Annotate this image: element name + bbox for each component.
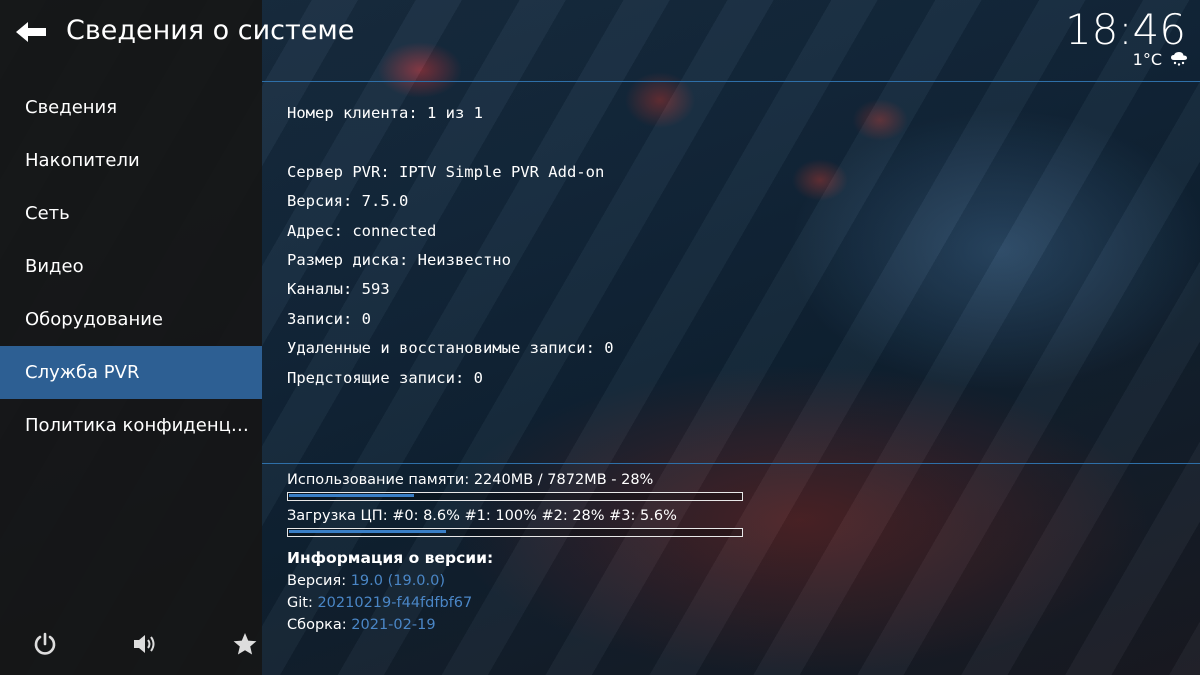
cloud-snow-icon [1171,52,1187,66]
sidebar-item-storage[interactable]: Накопители [0,134,262,187]
memory-usage-label: Использование памяти: 2240MB / 7872MB - … [287,472,654,488]
build-value: 2021-02-19 [351,617,436,633]
content-divider [262,463,1200,464]
git-value: 20210219-f44fdfbf67 [317,595,473,611]
version-info: Информация о версии: Версия: 19.0 (19.0.… [287,546,493,636]
temperature: 1°C [1132,50,1162,69]
sidebar-bottom-icons [0,625,262,665]
version-info-title: Информация о версии: [287,549,494,567]
git-label: Git: [287,595,313,611]
header: Сведения о системе 18:46 1°C [0,0,1200,82]
page-title: Сведения о системе [66,15,355,46]
sidebar-item-info[interactable]: Сведения [0,81,262,134]
pvr-upcoming-recordings: Предстоящие записи: 0 [287,368,483,387]
build-row: Сборка: 2021-02-19 [287,614,493,636]
sidebar-item-network[interactable]: Сеть [0,187,262,240]
volume-icon[interactable] [132,631,158,657]
pvr-info-panel: Номер клиента: 1 из 1 Сервер PVR: IPTV S… [287,99,614,393]
pvr-server: Сервер PVR: IPTV Simple PVR Add-on [287,162,605,181]
sidebar-item-pvr[interactable]: Служба PVR [0,346,262,399]
clock: 18:46 [1064,5,1186,54]
sidebar-item-video[interactable]: Видео [0,240,262,293]
pvr-recordings: Записи: 0 [287,309,371,328]
version-row: Версия: 19.0 (19.0.0) [287,570,493,592]
power-icon[interactable] [32,631,58,657]
pvr-client-number: Номер клиента: 1 из 1 [287,104,483,122]
pvr-disk-size: Размер диска: Неизвестно [287,250,511,269]
cpu-load-bar [287,528,743,537]
version-value: 19.0 (19.0.0) [350,573,446,589]
version-label: Версия: [287,573,347,589]
cpu-load-label: Загрузка ЦП: #0: 8.6% #1: 100% #2: 28% #… [287,508,677,524]
sidebar-item-hardware[interactable]: Оборудование [0,293,262,346]
sidebar-menu: Сведения Накопители Сеть Видео Оборудова… [0,81,262,452]
sidebar-item-privacy[interactable]: Политика конфиденц… [0,399,262,452]
pvr-version: Версия: 7.5.0 [287,192,409,211]
back-arrow-icon[interactable] [14,20,48,44]
memory-usage-bar [287,492,743,501]
build-label: Сборка: [287,617,347,633]
memory-usage-fill [289,494,415,497]
git-row: Git: 20210219-f44fdfbf67 [287,592,493,614]
header-divider [262,81,1200,82]
pvr-deleted-recordings: Удаленные и восстановимые записи: 0 [287,339,614,358]
cpu-load-fill [289,530,446,533]
system-stats: Использование памяти: 2240MB / 7872MB - … [287,470,747,542]
pvr-channels: Каналы: 593 [287,280,390,299]
star-icon[interactable] [232,631,258,657]
pvr-address: Адрес: connected [287,221,437,240]
